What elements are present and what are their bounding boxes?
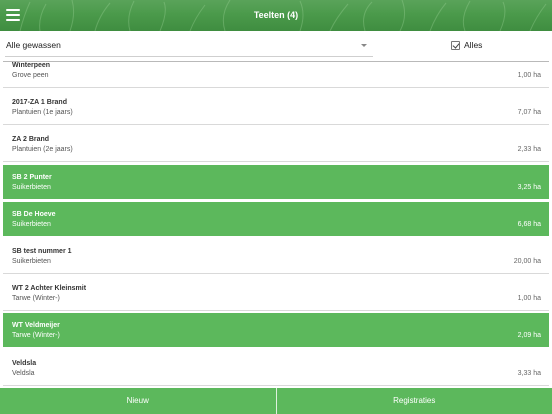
list-item-crop: Grove peen: [12, 72, 49, 79]
list-item[interactable]: 2017-ZA 1 Brand Plantuien (1e jaars) 7,07 …: [3, 90, 549, 126]
list-item-crop: Plantuien (1e jaars): [12, 109, 73, 117]
list-item-area: 2,33 ha: [517, 146, 541, 154]
list-item[interactable]: Veldsla Veldsla 3,33 ha: [3, 350, 549, 386]
checkbox-checked-icon[interactable]: [451, 40, 460, 50]
list-item-crop: Tarwe (Winter-): [12, 332, 60, 340]
list-item-name: WT Veldmeijer: [12, 322, 60, 330]
footer-bar: Nieuw Registraties: [0, 388, 552, 414]
list-item-name: ZA 2 Brand: [12, 136, 50, 144]
new-button[interactable]: Nieuw: [0, 388, 276, 414]
list-item[interactable]: SB test nummer 1 Suikerbieten 20,00 ha: [3, 239, 549, 274]
list-item[interactable]: WT Veldmeijer Tarwe (Winter-) 2,09 ha: [3, 313, 549, 349]
list-item[interactable]: ZA 2 Brand Plantuien (2e jaars) 2,33 ha: [3, 127, 549, 163]
list-item-crop: Suikerbieten: [12, 183, 51, 191]
list-item-name: SB 2 Punter: [12, 173, 52, 181]
list-item-crop: Veldsla: [12, 369, 35, 377]
registrations-button[interactable]: Registraties: [277, 388, 552, 414]
list-item-area: 3,25 ha: [517, 183, 541, 191]
list-item-area: 1,00 ha: [517, 295, 541, 303]
filter-bar: Alle gewassen Alles: [0, 31, 552, 61]
cultivation-list[interactable]: Winterpeen Grove peen 1,00 ha 2017-ZA 1 Bra…: [3, 61, 549, 388]
list-item-name: Veldsla: [12, 359, 37, 367]
chevron-down-icon: [361, 44, 367, 47]
list-item[interactable]: SB De Hoeve Suikerbieten 6,68 ha: [3, 201, 549, 237]
list-item-area: 6,68 ha: [517, 220, 541, 228]
list-item-crop: Suikerbieten: [12, 258, 51, 265]
list-item-name: 2017-ZA 1 Brand: [12, 99, 67, 107]
list-item[interactable]: Winterpeen Grove peen 1,00 ha: [3, 62, 549, 88]
list-item-crop: Plantuien (2e jaars): [12, 146, 73, 154]
all-checkbox-label: Alles: [464, 40, 483, 50]
page-title: Teelten (4): [253, 10, 299, 20]
crop-filter-value: Alle gewassen: [6, 40, 61, 50]
list-item[interactable]: WT 2 Achter Kleinsmit Tarwe (Winter-) 1,00…: [3, 276, 549, 312]
list-item-name: SB test nummer 1: [12, 248, 72, 255]
app-header: Teelten (4): [0, 0, 552, 31]
list-item-area: 20,00 ha: [513, 258, 541, 265]
list-item-crop: Suikerbieten: [12, 220, 51, 228]
crop-filter-select[interactable]: Alle gewassen: [5, 35, 373, 57]
list-item-area: 3,33 ha: [517, 369, 541, 377]
list-item-area: 2,09 ha: [517, 332, 541, 340]
list-item-name: WT 2 Achter Kleinsmit: [12, 285, 87, 293]
footer-divider: [275, 388, 277, 414]
all-checkbox[interactable]: Alles: [451, 40, 482, 50]
list-item[interactable]: SB 2 Punter Suikerbieten 3,25 ha: [3, 164, 549, 200]
list-item-area: 1,00 ha: [517, 72, 541, 79]
list-item-area: 7,07 ha: [517, 109, 541, 117]
list-item-name: SB De Hoeve: [12, 210, 56, 218]
list-item-name: Winterpeen: [12, 62, 51, 69]
list-item-crop: Tarwe (Winter-): [12, 295, 60, 303]
